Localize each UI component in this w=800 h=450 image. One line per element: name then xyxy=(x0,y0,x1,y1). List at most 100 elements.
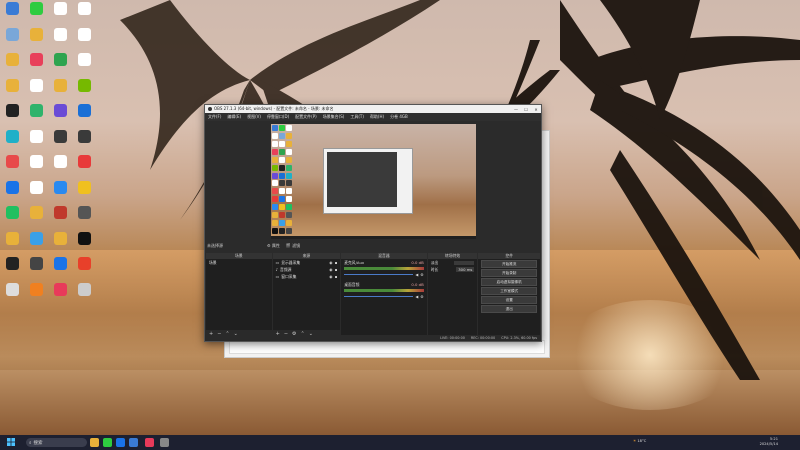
taskbar-search[interactable]: ⌕ 搜索 xyxy=(26,438,87,447)
duration-input[interactable]: 300 ms xyxy=(456,267,475,272)
desktop-icon[interactable] xyxy=(48,129,72,154)
taskbar-app-icon[interactable] xyxy=(160,438,169,447)
desktop-icon[interactable] xyxy=(24,53,48,77)
desktop-icon[interactable] xyxy=(24,104,48,128)
volume-slider[interactable] xyxy=(344,296,414,297)
obs-titlebar[interactable]: OBS 27.1.3 (64-bit, windows) - 配置文件: 未命名… xyxy=(205,105,541,113)
eye-icon[interactable]: ◉ xyxy=(329,267,332,272)
taskbar-app-icon[interactable] xyxy=(103,438,112,447)
minimize-button[interactable]: — xyxy=(511,107,521,112)
preview-canvas[interactable] xyxy=(271,124,476,239)
transition-select[interactable] xyxy=(454,260,475,265)
desktop-icon[interactable] xyxy=(24,257,48,281)
maximize-button[interactable]: ☐ xyxy=(521,107,531,112)
desktop-icon[interactable] xyxy=(0,231,24,256)
filters-button[interactable]: 🎬 滤镜 xyxy=(286,243,300,249)
lock-icon[interactable]: ▪ xyxy=(335,267,338,272)
desktop-icon[interactable] xyxy=(72,231,96,256)
desktop-icon[interactable] xyxy=(72,155,96,179)
gear-icon[interactable]: ⚙ xyxy=(420,272,423,277)
transition-duration[interactable]: 时长 300 ms xyxy=(428,266,478,273)
desktop-icon[interactable] xyxy=(48,282,72,307)
desktop-icon[interactable] xyxy=(0,78,24,103)
taskbar-app-icon[interactable] xyxy=(129,438,138,447)
source-item[interactable]: ▭ 显示器采集 ◉ ▪ xyxy=(273,259,341,266)
desktop-icon[interactable] xyxy=(0,53,24,77)
menu-help[interactable]: 帮助(H) xyxy=(370,114,384,120)
settings-button[interactable]: 设置 xyxy=(481,296,538,304)
desktop-icon[interactable] xyxy=(0,257,24,281)
windows-start-icon[interactable] xyxy=(7,438,15,446)
start-recording-button[interactable]: 开始录制 xyxy=(481,269,538,277)
desktop-icon[interactable] xyxy=(48,206,72,230)
desktop-icon[interactable] xyxy=(48,231,72,256)
studio-mode-button[interactable]: 工作室模式 xyxy=(481,287,538,295)
menu-scene-collection[interactable]: 场景集合(S) xyxy=(323,114,345,120)
desktop-icon[interactable] xyxy=(48,155,72,179)
desktop-icon[interactable] xyxy=(72,78,96,103)
desktop-icon[interactable] xyxy=(24,282,48,307)
desktop-icon[interactable] xyxy=(72,53,96,77)
desktop-icon[interactable] xyxy=(48,27,72,52)
properties-button[interactable]: ⚙ 属性 xyxy=(267,243,280,249)
desktop-icon[interactable] xyxy=(48,53,72,77)
desktop-icon[interactable] xyxy=(24,180,48,205)
desktop-icon[interactable] xyxy=(48,180,72,205)
lock-icon[interactable]: ▪ xyxy=(335,274,338,279)
menu-edit[interactable]: 编辑(E) xyxy=(227,114,241,120)
volume-slider[interactable] xyxy=(344,274,414,275)
obs-window[interactable]: OBS 27.1.3 (64-bit, windows) - 配置文件: 未命名… xyxy=(204,104,542,342)
desktop-icon[interactable] xyxy=(0,2,24,26)
lock-icon[interactable]: ▪ xyxy=(335,260,338,265)
system-tray-clock[interactable]: 5:21 2024/5/14 xyxy=(760,437,778,447)
desktop-icon[interactable] xyxy=(72,27,96,52)
menu-profile[interactable]: 配置文件(P) xyxy=(295,114,317,120)
desktop-icon[interactable] xyxy=(48,2,72,26)
desktop-icon[interactable] xyxy=(48,78,72,103)
menu-file[interactable]: 文件(F) xyxy=(208,114,221,120)
desktop-icon[interactable] xyxy=(24,78,48,103)
desktop-icon[interactable] xyxy=(24,27,48,52)
desktop-icon[interactable] xyxy=(72,180,96,205)
desktop-icon[interactable] xyxy=(0,155,24,179)
menu-split[interactable]: 分卷 4GB xyxy=(390,114,408,120)
speaker-icon[interactable]: ◀ xyxy=(415,272,418,277)
desktop-icon[interactable] xyxy=(72,206,96,230)
weather-widget[interactable]: ☀ 18°C xyxy=(633,439,646,443)
taskbar-app-icon[interactable] xyxy=(90,438,99,447)
menu-docks[interactable]: 停靠窗口(D) xyxy=(267,114,289,120)
desktop-icon[interactable] xyxy=(48,257,72,281)
menu-tools[interactable]: 工具(T) xyxy=(350,114,364,120)
desktop-icon[interactable] xyxy=(0,104,24,128)
source-item[interactable]: ♪ 音频源 ◉ ▪ xyxy=(273,266,341,273)
desktop-icon[interactable] xyxy=(72,282,96,307)
desktop-icon[interactable] xyxy=(72,2,96,26)
scene-item[interactable]: 场景 xyxy=(206,259,272,266)
desktop-icon[interactable] xyxy=(24,231,48,256)
source-item[interactable]: ▭ 窗口采集 ◉ ▪ xyxy=(273,273,341,280)
exit-button[interactable]: 退出 xyxy=(481,305,538,313)
desktop-icon[interactable] xyxy=(72,104,96,128)
speaker-icon[interactable]: ◀ xyxy=(415,294,418,299)
desktop-icon[interactable] xyxy=(0,27,24,52)
desktop-icon[interactable] xyxy=(24,155,48,179)
desktop-icon[interactable] xyxy=(0,282,24,307)
menu-view[interactable]: 视图(V) xyxy=(247,114,261,120)
taskbar-app-icon[interactable] xyxy=(145,438,154,447)
desktop-icon[interactable] xyxy=(0,180,24,205)
desktop-icon[interactable] xyxy=(0,129,24,154)
transition-type[interactable]: 淡出 xyxy=(428,259,478,266)
desktop-icon[interactable] xyxy=(48,104,72,128)
eye-icon[interactable]: ◉ xyxy=(329,274,332,279)
start-streaming-button[interactable]: 开始推流 xyxy=(481,260,538,268)
gear-icon[interactable]: ⚙ xyxy=(420,294,423,299)
desktop-icon[interactable] xyxy=(24,206,48,230)
desktop-icon[interactable] xyxy=(72,257,96,281)
taskbar-app-icon[interactable] xyxy=(116,438,125,447)
desktop-icon[interactable] xyxy=(24,2,48,26)
desktop-icon[interactable] xyxy=(72,129,96,154)
close-button[interactable]: ✕ xyxy=(531,107,541,112)
desktop-icon[interactable] xyxy=(24,129,48,154)
desktop-icon[interactable] xyxy=(0,206,24,230)
virtual-camera-button[interactable]: 启动虚拟摄像机 xyxy=(481,278,538,286)
